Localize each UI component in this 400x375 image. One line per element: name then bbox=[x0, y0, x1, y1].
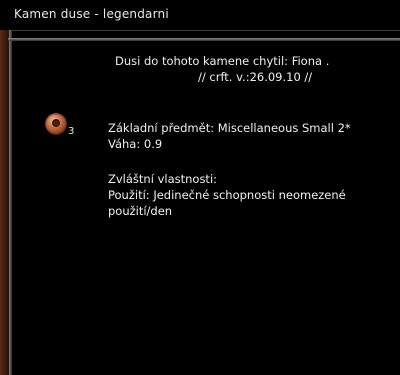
item-description-panel bbox=[12, 41, 400, 375]
soul-caught-by-text: Dusi do tohoto kamene chytil: Fiona . bbox=[115, 54, 330, 68]
special-properties-heading: Zvláštní vlastnosti: bbox=[108, 172, 218, 186]
window-title: Kamen duse - legendarni bbox=[14, 7, 169, 21]
use-property-line-1: Použití: Jedinečné schopnosti neomezené bbox=[108, 188, 346, 202]
craft-version-text: // crft. v.:26.09.10 // bbox=[198, 70, 313, 84]
base-item-text: Základní předmět: Miscellaneous Small 2* bbox=[108, 121, 351, 135]
title-bar[interactable]: Kamen duse - legendarni bbox=[0, 0, 400, 31]
use-property-line-2: použití/den bbox=[108, 204, 173, 218]
item-stack-count: 3 bbox=[68, 126, 75, 137]
window-frame-left bbox=[0, 30, 12, 375]
soul-stone-icon[interactable] bbox=[45, 113, 67, 135]
weight-text: Váha: 0.9 bbox=[108, 137, 163, 151]
